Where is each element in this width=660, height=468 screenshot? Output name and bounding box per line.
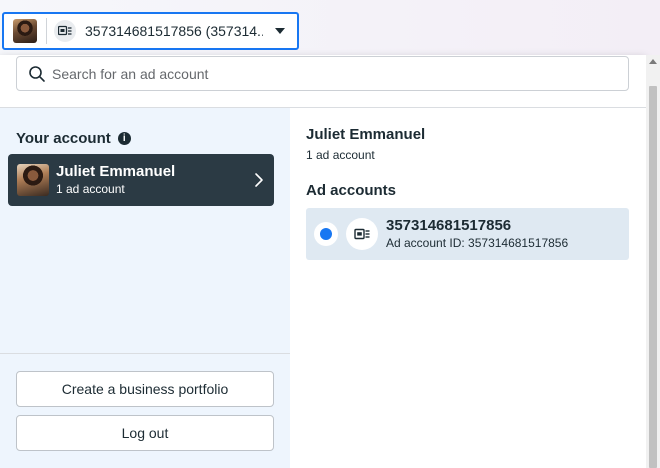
ad-account-radio[interactable] xyxy=(314,222,338,246)
ad-account-row[interactable]: 357314681517856 Ad account ID: 357314681… xyxy=(306,208,629,260)
ad-accounts-heading: Ad accounts xyxy=(306,182,397,199)
selected-account-label: 357314681517856 (357314... xyxy=(85,23,263,39)
left-divider xyxy=(0,353,290,354)
search-box[interactable] xyxy=(16,56,629,91)
search-input[interactable] xyxy=(52,65,612,82)
your-account-column: Your account i Juliet Emmanuel 1 ad acco… xyxy=(0,108,290,468)
create-business-portfolio-button[interactable]: Create a business portfolio xyxy=(16,371,274,407)
scroll-up-arrow-icon[interactable] xyxy=(649,59,657,64)
ad-account-icon xyxy=(346,218,378,250)
profile-avatar xyxy=(17,164,49,196)
chevron-right-icon xyxy=(255,173,263,187)
ad-account-id: Ad account ID: 357314681517856 xyxy=(386,235,569,250)
profile-avatar xyxy=(13,19,37,43)
your-account-label: Your account xyxy=(16,130,111,147)
account-selector[interactable]: 357314681517856 (357314... xyxy=(2,12,299,50)
ad-account-icon xyxy=(54,20,76,42)
details-name: Juliet Emmanuel xyxy=(306,126,426,143)
account-card-juliet[interactable]: Juliet Emmanuel 1 ad account xyxy=(8,154,274,206)
scrollbar-thumb[interactable] xyxy=(649,86,657,468)
radio-selected-dot xyxy=(320,228,332,240)
ad-account-name: 357314681517856 xyxy=(386,216,512,234)
account-card-subtitle: 1 ad account xyxy=(56,181,125,196)
scrollbar[interactable] xyxy=(646,55,660,468)
search-icon xyxy=(29,65,45,82)
account-dropdown-panel: Your account i Juliet Emmanuel 1 ad acco… xyxy=(0,55,646,468)
account-card-name: Juliet Emmanuel xyxy=(56,162,176,180)
selector-divider xyxy=(46,18,47,44)
details-count: 1 ad account xyxy=(306,148,375,162)
your-account-heading: Your account i xyxy=(16,130,131,147)
info-icon[interactable]: i xyxy=(117,132,131,145)
account-details-column: Juliet Emmanuel 1 ad account Ad accounts… xyxy=(290,108,646,468)
log-out-button[interactable]: Log out xyxy=(16,415,274,451)
caret-down-icon[interactable] xyxy=(275,28,285,34)
